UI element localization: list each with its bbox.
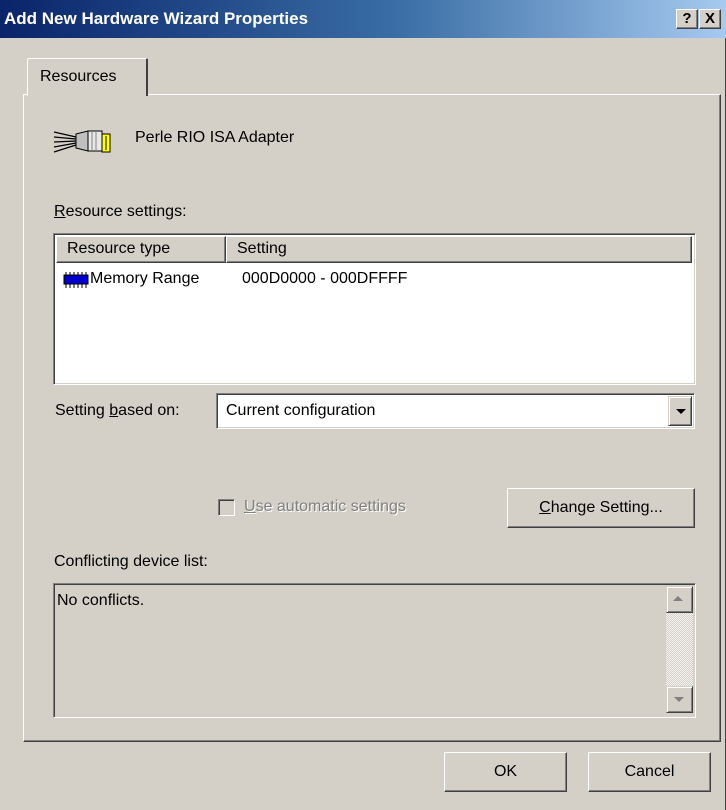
use-automatic-settings-checkbox[interactable] xyxy=(218,499,235,516)
conflicting-device-list-label: Conflicting device list: xyxy=(54,553,208,570)
cancel-button[interactable]: Cancel xyxy=(588,752,711,792)
help-icon: ? xyxy=(682,10,692,27)
resource-settings-label: Resource settings: xyxy=(54,203,187,220)
resource-type-cell: Memory Range xyxy=(90,270,200,287)
resource-list-header: Resource type Setting xyxy=(56,236,692,263)
use-automatic-settings-label: Use automatic settings xyxy=(244,498,406,515)
chevron-down-icon xyxy=(676,409,686,414)
memory-chip-icon xyxy=(63,272,89,288)
chevron-down-icon xyxy=(674,697,684,702)
conflicts-text: No conflicts. xyxy=(57,592,145,609)
serial-port-icon xyxy=(53,130,111,153)
properties-dialog: Add New Hardware Wizard Properties ? X R… xyxy=(0,0,726,810)
change-setting-button[interactable]: Change Setting... xyxy=(507,488,695,528)
close-button[interactable]: X xyxy=(699,9,721,29)
column-setting[interactable]: Setting xyxy=(226,236,692,263)
conflicting-device-list[interactable]: No conflicts. xyxy=(53,583,696,718)
scroll-down-button[interactable] xyxy=(666,686,693,713)
setting-based-on-label: Setting based on: xyxy=(55,402,180,419)
tab-resources[interactable]: Resources xyxy=(27,58,148,96)
title-bar[interactable]: Add New Hardware Wizard Properties ? X xyxy=(0,0,726,38)
help-button[interactable]: ? xyxy=(676,9,698,29)
ok-button[interactable]: OK xyxy=(444,752,567,792)
window-title: Add New Hardware Wizard Properties xyxy=(4,9,309,28)
column-resource-type[interactable]: Resource type xyxy=(56,236,226,263)
table-row[interactable]: Memory Range 000D0000 - 000DFFFF xyxy=(56,268,692,292)
resource-list[interactable]: Resource type Setting Memory Range 000D0… xyxy=(53,233,696,385)
close-icon: X xyxy=(704,10,715,27)
device-name: Perle RIO ISA Adapter xyxy=(135,129,295,146)
setting-based-on-value: Current configuration xyxy=(226,402,376,419)
dropdown-button[interactable] xyxy=(668,396,692,426)
vertical-scrollbar[interactable] xyxy=(666,586,693,713)
scroll-up-button[interactable] xyxy=(666,586,693,613)
chevron-up-icon xyxy=(673,596,683,601)
setting-based-on-select[interactable]: Current configuration xyxy=(216,393,695,429)
setting-cell: 000D0000 - 000DFFFF xyxy=(242,270,408,287)
tab-resources-label: Resources xyxy=(40,68,117,85)
